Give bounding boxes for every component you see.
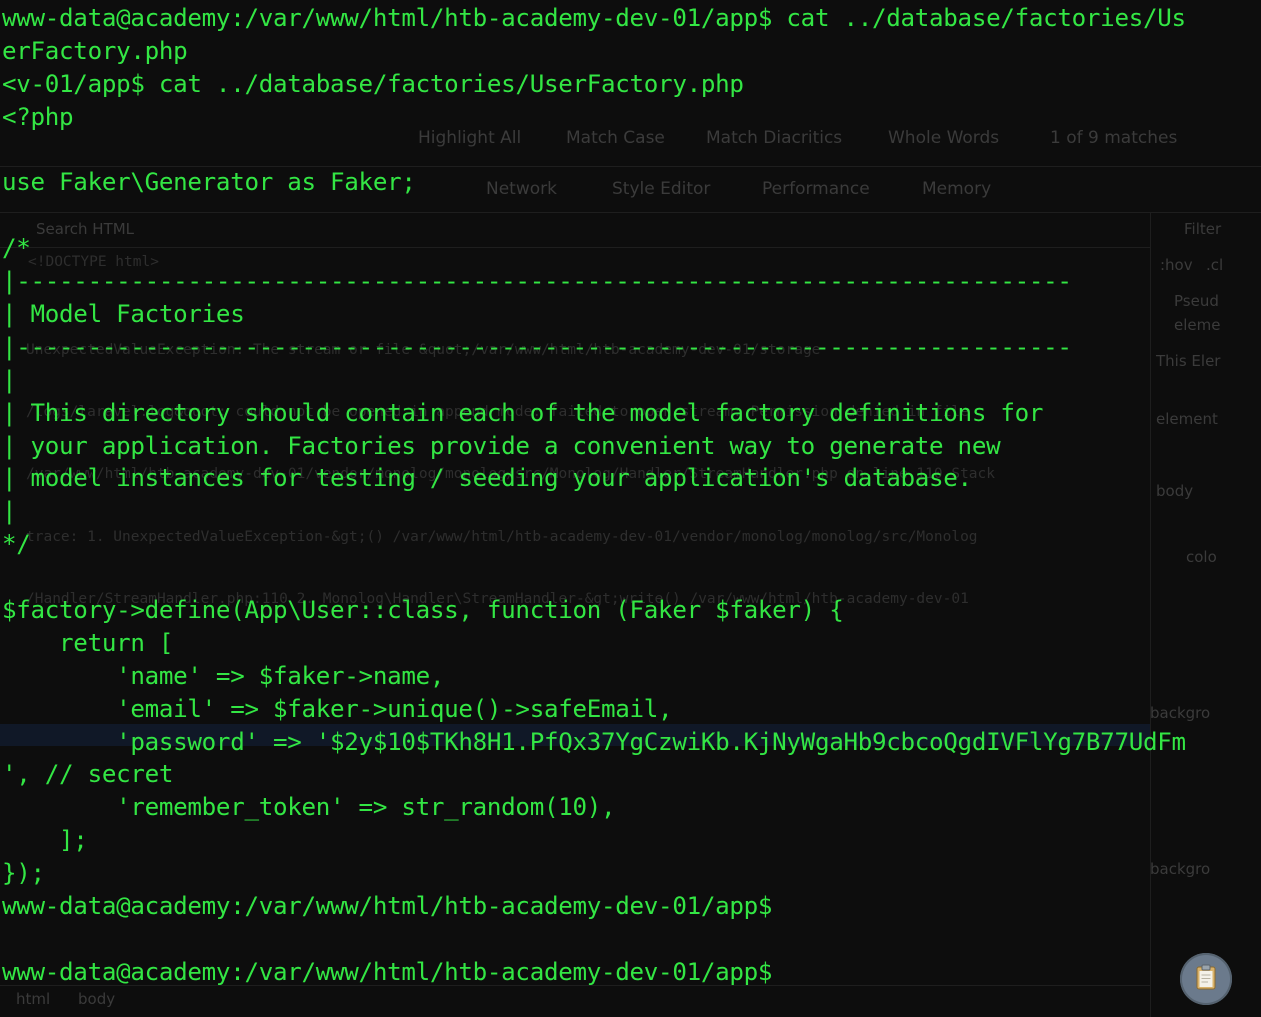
terminal-line: */ — [2, 530, 31, 559]
terminal-line: 'password' => '$2y$10$TKh8H1.PfQx37YgCzw… — [2, 727, 1186, 756]
terminal-line: ]; — [2, 826, 88, 855]
breadcrumb-html: html — [16, 990, 51, 1008]
terminal-line: 'email' => $faker->unique()->safeEmail, — [2, 694, 673, 723]
terminal-line: <?php — [2, 102, 74, 131]
terminal-line: |---------------------------------------… — [2, 267, 1072, 296]
terminal-line: /* — [2, 234, 31, 263]
terminal-line: www-data@academy:/var/www/html/htb-acade… — [2, 4, 1186, 32]
terminal-line: <v-01/app$ cat ../database/factories/Use… — [2, 69, 744, 98]
terminal-prompt: www-data@academy:/var/www/html/htb-acade… — [2, 892, 773, 921]
terminal-line: | This directory should contain each of … — [2, 398, 1044, 427]
terminal-line: 'remember_token' => str_random(10), — [2, 793, 616, 822]
terminal-line: | model instances for testing / seeding … — [2, 464, 972, 493]
terminal-prompt[interactable]: www-data@academy:/var/www/html/htb-acade… — [2, 956, 1259, 989]
terminal-line: }); — [2, 859, 45, 888]
terminal-line: return [ — [2, 628, 174, 657]
clipboard-button[interactable] — [1180, 953, 1232, 1005]
terminal-line: | Model Factories — [2, 300, 245, 329]
terminal-output[interactable]: www-data@academy:/var/www/html/htb-acade… — [2, 2, 1259, 989]
terminal-line: ', // secret — [2, 760, 174, 789]
terminal-line: | your application. Factories provide a … — [2, 431, 1001, 460]
terminal-line: | — [2, 365, 17, 394]
terminal-line: 'name' => $faker->name, — [2, 661, 445, 690]
terminal-line: | — [2, 497, 17, 526]
terminal-line: |---------------------------------------… — [2, 332, 1072, 361]
terminal-line: erFactory.php — [2, 36, 188, 65]
clipboard-icon — [1191, 962, 1221, 996]
terminal-window: Highlight All Match Case Match Diacritic… — [0, 0, 1261, 1017]
breadcrumb-body: body — [78, 990, 116, 1008]
terminal-line: use Faker\Generator as Faker; — [2, 168, 416, 197]
terminal-line: $factory->define(App\User::class, functi… — [2, 596, 844, 625]
